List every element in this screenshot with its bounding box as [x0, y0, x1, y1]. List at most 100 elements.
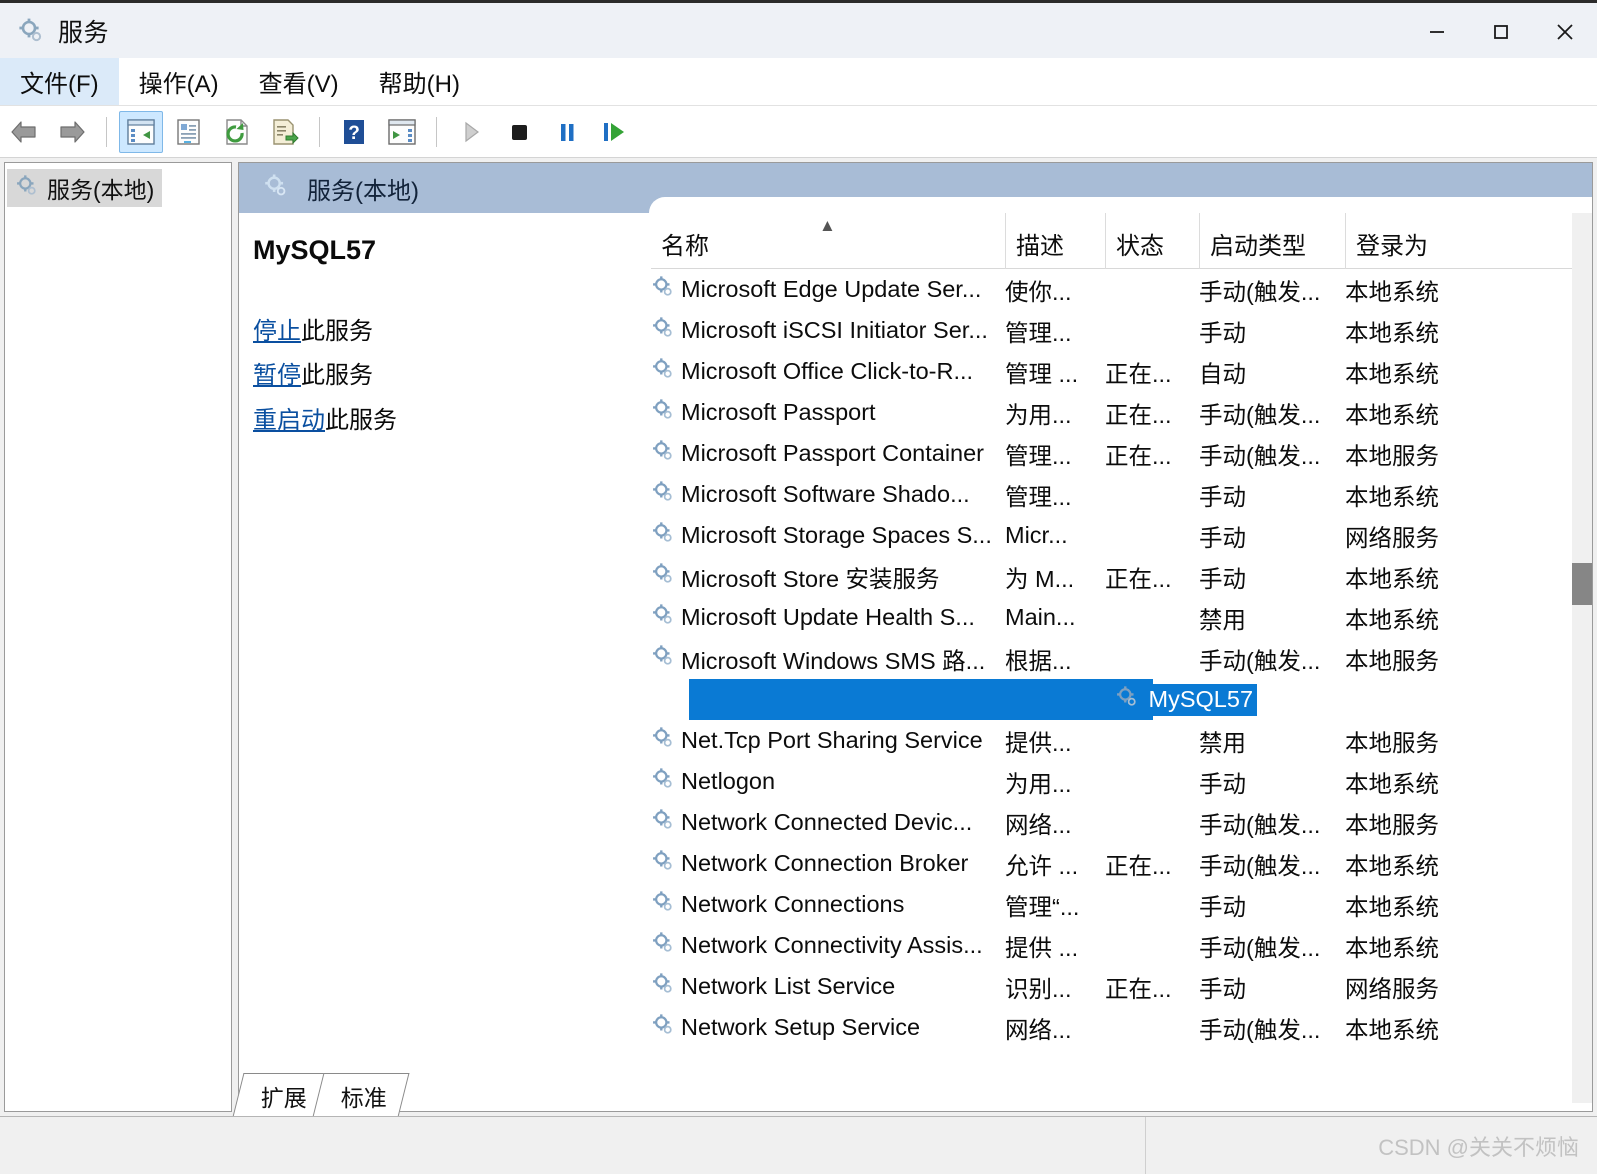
cell-status: 正在...: [1105, 565, 1172, 592]
cell-log-on-as: 本地系统: [1345, 852, 1439, 879]
table-row[interactable]: Microsoft Storage Spaces S... Micr... 手动 网络…: [651, 515, 1592, 556]
cell-description: 提供...: [1005, 729, 1072, 756]
start-service-icon[interactable]: [449, 111, 493, 153]
service-name-text: Microsoft Passport Container: [681, 440, 985, 466]
service-name-text: Microsoft Edge Update Ser...: [681, 276, 982, 302]
cell-startup-type: 手动(触发...: [1199, 647, 1321, 674]
status-bar: CSDN @关关不烦恼: [0, 1116, 1597, 1174]
table-row[interactable]: Microsoft Software Shado... 管理... 手动 本地系统: [651, 474, 1592, 515]
cell-status: 正在...: [1105, 442, 1172, 469]
cell-startup-type: 禁用: [1199, 729, 1246, 756]
show-action-pane-icon[interactable]: [380, 111, 424, 153]
column-name[interactable]: 名称 ▲: [651, 213, 1005, 269]
table-row[interactable]: Net.Tcp Port Sharing Service 提供... 禁用 本地服务: [651, 720, 1592, 761]
cell-startup-type: 禁用: [1199, 606, 1246, 633]
table-row[interactable]: Netlogon 为用... 手动 本地系统: [651, 761, 1592, 802]
cell-description: 此服...: [1005, 1052, 1101, 1054]
cell-name: Microsoft Passport Container: [651, 439, 1003, 469]
cell-description: 网络...: [1005, 1016, 1072, 1043]
column-status-label: 状态: [1116, 233, 1164, 260]
minimize-button[interactable]: [1405, 3, 1469, 61]
cell-description: 使你...: [1005, 278, 1072, 305]
cell-startup-type: 手动: [1199, 319, 1246, 346]
menu-file[interactable]: 文件(F): [0, 58, 119, 105]
tree-item-services-local[interactable]: 服务(本地): [7, 169, 163, 207]
stop-service-link[interactable]: 停止: [253, 318, 301, 345]
restart-service-link[interactable]: 重启动: [253, 407, 325, 434]
table-row[interactable]: Network Connection Broker 允许 ... 正在... 手动(触…: [651, 843, 1592, 884]
help-icon[interactable]: ?: [332, 111, 376, 153]
table-row[interactable]: Microsoft Edge Update Ser... 使你... 手动(触发..…: [651, 269, 1592, 310]
toolbar-separator: [106, 116, 107, 147]
toolbar-separator-2: [319, 116, 320, 147]
properties-icon[interactable]: [167, 111, 211, 153]
table-row[interactable]: Microsoft iSCSI Initiator Ser... 管理... 手动 本…: [651, 310, 1592, 351]
scrollbar-thumb[interactable]: [1572, 563, 1592, 605]
cell-description: Main...: [1005, 604, 1076, 630]
vertical-scrollbar[interactable]: [1572, 213, 1592, 1103]
table-row[interactable]: Microsoft Passport 为用... 正在... 手动(触发... 本地系统: [651, 392, 1592, 433]
service-name-text: Network Connections: [681, 891, 905, 917]
menu-help[interactable]: 帮助(H): [359, 58, 480, 105]
list-header-row: 名称 ▲ 描述 状态 启动类型 登录为: [651, 213, 1592, 269]
export-list-icon[interactable]: [263, 111, 307, 153]
service-gear-icon: [651, 480, 675, 510]
menu-action[interactable]: 操作(A): [119, 58, 239, 105]
stop-service-icon[interactable]: [497, 111, 541, 153]
service-gear-icon: [1115, 685, 1139, 715]
table-row[interactable]: Network Connected Devic... 网络... 手动(触发... 本…: [651, 802, 1592, 843]
pause-service-icon[interactable]: [545, 111, 589, 153]
console-tree-pane: 服务(本地): [4, 162, 232, 1112]
table-row[interactable]: Microsoft Store 安装服务 为 M... 正在... 手动 本地系统: [651, 556, 1592, 597]
content-area: 服务(本地) 服务(本地) MySQL57 停止此服务 暂停此服务 重启动此服务…: [0, 158, 1597, 1117]
cell-description: 根据...: [1005, 647, 1072, 674]
title-bar: 服务: [0, 0, 1597, 58]
cell-description: 管理...: [1005, 483, 1072, 510]
table-row[interactable]: Network List Service 识别... 正在... 手动 网络服务: [651, 966, 1592, 1007]
table-row[interactable]: Microsoft Windows SMS 路... 根据... 手动(触发... 本…: [651, 638, 1592, 679]
table-row[interactable]: Microsoft Passport Container 管理... 正在... 手动…: [651, 433, 1592, 474]
restart-service-icon[interactable]: [593, 111, 637, 153]
forward-arrow-icon[interactable]: [50, 111, 94, 153]
menu-view[interactable]: 查看(V): [239, 58, 359, 105]
show-tree-icon[interactable]: [119, 110, 163, 153]
cell-log-on-as: 本地系统: [1345, 893, 1439, 920]
close-button[interactable]: [1533, 3, 1597, 61]
cell-name: Network List Service: [651, 972, 1003, 1002]
table-row[interactable]: Network Setup Service 网络... 手动(触发... 本地系统: [651, 1007, 1592, 1048]
cell-name: Network Connection Broker: [651, 849, 1003, 879]
service-name-text: Network Connection Broker: [681, 850, 969, 876]
back-arrow-icon[interactable]: [2, 111, 46, 153]
table-row[interactable]: Network Connectivity Assis... 提供 ... 手动(触发…: [651, 925, 1592, 966]
service-name-text: MySQL57: [1144, 683, 1258, 716]
table-row[interactable]: MySQL57正在...自动网络服务: [651, 679, 1592, 720]
service-gear-icon: [651, 357, 675, 387]
table-row[interactable]: Network Connections 管理“... 手动 本地系统: [651, 884, 1592, 925]
refresh-icon[interactable]: [215, 111, 259, 153]
cell-name: Microsoft Edge Update Ser...: [651, 275, 1003, 305]
svg-text:?: ?: [348, 123, 360, 144]
cell-startup-type: 手动: [1199, 565, 1246, 592]
service-name-text: Network Setup Service: [681, 1014, 921, 1040]
cell-description: 管理...: [1005, 442, 1072, 469]
pause-service-link[interactable]: 暂停: [253, 362, 301, 389]
sort-ascending-icon: ▲: [819, 216, 836, 235]
cell-log-on-as: 本地服务: [1345, 442, 1439, 469]
cell-description: 允许 ...: [1005, 852, 1079, 879]
column-log-on-as[interactable]: 登录为: [1345, 213, 1505, 269]
table-row[interactable]: Network Store Interface Se...此服...正在自动本地…: [651, 1048, 1592, 1054]
table-row[interactable]: Microsoft Office Click-to-R... 管理 ... 正在..…: [651, 351, 1592, 392]
maximize-button[interactable]: [1469, 3, 1533, 61]
column-startup-type[interactable]: 启动类型: [1199, 213, 1345, 269]
column-status[interactable]: 状态: [1105, 213, 1199, 269]
table-row[interactable]: Microsoft Update Health S... Main... 禁用 本地系…: [651, 597, 1592, 638]
window-controls: [1405, 3, 1597, 61]
cell-log-on-as: 本地服务: [1345, 647, 1439, 674]
status-text: [0, 1117, 1145, 1174]
services-gear-icon: [15, 174, 39, 203]
column-description[interactable]: 描述: [1005, 213, 1105, 269]
cell-status: 正在...: [1105, 401, 1172, 428]
service-gear-icon: [651, 1013, 675, 1043]
tab-standard[interactable]: 标准: [312, 1073, 410, 1117]
stop-service-suffix: 此服务: [301, 318, 373, 345]
